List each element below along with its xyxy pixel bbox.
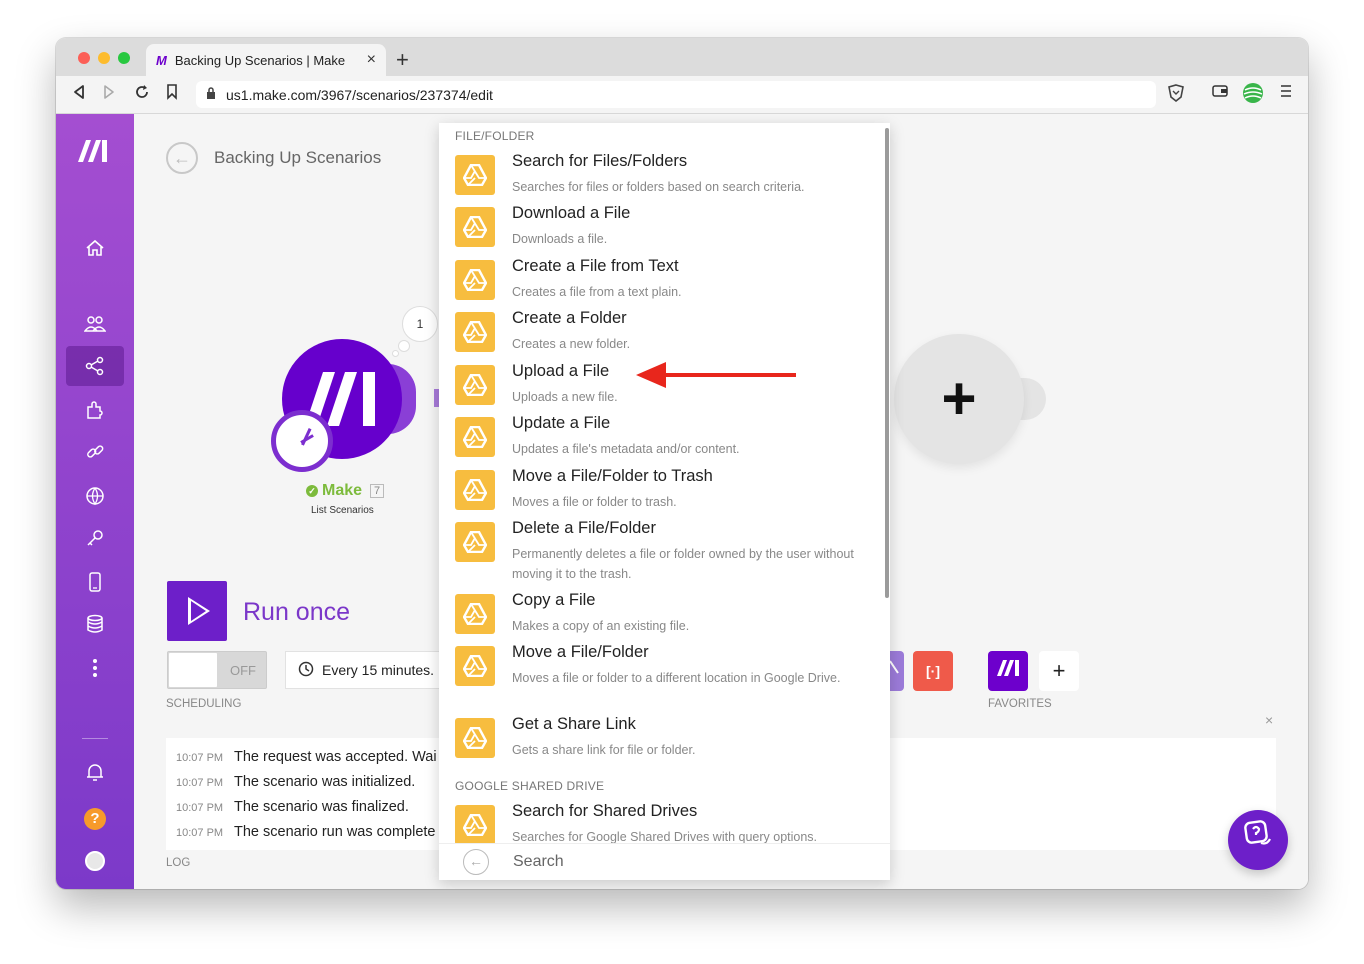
team-icon[interactable]: [66, 304, 124, 344]
google-drive-icon: [455, 365, 495, 405]
google-drive-icon: [455, 522, 495, 562]
tab-title: Backing Up Scenarios | Make: [174, 52, 346, 68]
bubble-dot: [392, 350, 399, 357]
sidebar-divider: [82, 738, 108, 739]
google-drive-icon: [455, 646, 495, 686]
favorite-make-icon[interactable]: [988, 651, 1028, 691]
scenario-title[interactable]: Backing Up Scenarios: [214, 148, 381, 168]
schedule-text: Every 15 minutes.: [322, 662, 435, 678]
add-favorite-button[interactable]: +: [1039, 651, 1079, 691]
schedule-clock-icon[interactable]: [271, 410, 333, 472]
apps-icon[interactable]: [66, 390, 124, 430]
lock-icon: [206, 87, 216, 102]
tab-bar: M Backing Up Scenarios | Make × +: [56, 38, 1308, 76]
minimize-window-button[interactable]: [98, 52, 110, 64]
log-row: 10:07 PM The scenario run was complete: [176, 824, 436, 840]
success-check-icon: ✓: [306, 485, 318, 497]
google-drive-icon: [455, 417, 495, 457]
google-drive-icon: [455, 312, 495, 352]
favorites-label: FAVORITES: [988, 698, 1052, 710]
home-icon[interactable]: [66, 228, 124, 268]
google-drive-icon: [455, 155, 495, 195]
run-once-button[interactable]: [167, 581, 227, 641]
schedule-setting[interactable]: Every 15 minutes.: [285, 651, 447, 689]
scenarios-icon[interactable]: [66, 346, 124, 386]
chat-support-icon[interactable]: [1228, 810, 1288, 870]
add-module-button[interactable]: +: [894, 334, 1024, 464]
back-arrow-icon[interactable]: [72, 84, 86, 105]
make-app: ? ← Backing Up Scenarios 1 ✓ Make 7 List…: [56, 114, 1308, 889]
back-to-scenarios-button[interactable]: ←: [166, 142, 198, 174]
google-drive-icon: [455, 260, 495, 300]
bubble-dot: [398, 340, 410, 352]
action-search-input[interactable]: [513, 853, 813, 871]
sidebar: ?: [56, 114, 134, 889]
section-header-file-folder: FILE/FOLDER: [455, 129, 535, 143]
log-row: 10:07 PM The scenario was initialized.: [176, 774, 416, 790]
browser-toolbar: us1.make.com/3967/scenarios/237374/edit: [56, 76, 1308, 114]
more-icon[interactable]: [66, 648, 124, 688]
reload-icon[interactable]: [134, 84, 150, 105]
google-drive-actions-menu: FILE/FOLDER Search for Files/Folders Sea…: [439, 123, 890, 880]
section-header-shared-drive: GOOGLE SHARED DRIVE: [455, 779, 605, 793]
google-drive-icon: [455, 207, 495, 247]
make-favicon-icon: M: [156, 52, 167, 68]
wallet-icon[interactable]: [1212, 84, 1228, 103]
module-title: ✓ Make 7: [306, 482, 385, 500]
text-parser-icon[interactable]: [·]: [913, 651, 953, 691]
back-arrow-icon[interactable]: ←: [463, 849, 489, 875]
make-logo[interactable]: [76, 138, 112, 171]
module-number: 7: [370, 484, 385, 498]
devices-icon[interactable]: [66, 562, 124, 602]
google-drive-icon: [455, 594, 495, 634]
menu-search-bar: ←: [439, 843, 890, 880]
connections-icon[interactable]: [66, 432, 124, 472]
maximize-window-button[interactable]: [118, 52, 130, 64]
help-icon[interactable]: ?: [84, 808, 106, 830]
google-drive-icon: [455, 470, 495, 510]
clock-icon: [298, 661, 314, 680]
data-stores-icon[interactable]: [66, 604, 124, 644]
log-label: LOG: [166, 857, 191, 869]
extension-icon[interactable]: [1242, 82, 1264, 109]
module-subtitle: List Scenarios: [311, 505, 374, 516]
avatar[interactable]: [85, 851, 105, 871]
menu-icon[interactable]: [1280, 84, 1292, 103]
forward-arrow-icon[interactable]: [102, 84, 116, 105]
google-drive-icon: [455, 805, 495, 843]
bookmark-icon[interactable]: [166, 84, 178, 105]
webhooks-icon[interactable]: [66, 476, 124, 516]
browser-window: M Backing Up Scenarios | Make × + us1.ma…: [56, 38, 1308, 889]
browser-tab[interactable]: M Backing Up Scenarios | Make ×: [146, 44, 386, 76]
keys-icon[interactable]: [66, 518, 124, 558]
address-bar[interactable]: us1.make.com/3967/scenarios/237374/edit: [196, 81, 1156, 108]
run-once-label[interactable]: Run once: [243, 598, 350, 627]
tab-close-icon[interactable]: ×: [367, 51, 376, 69]
new-tab-button[interactable]: +: [396, 47, 409, 73]
actions-list: FILE/FOLDER Search for Files/Folders Sea…: [455, 129, 854, 843]
log-row: 10:07 PM The scenario was finalized.: [176, 799, 409, 815]
notifications-icon[interactable]: [66, 752, 124, 792]
close-window-button[interactable]: [78, 52, 90, 64]
scheduling-toggle[interactable]: OFF: [167, 651, 267, 689]
log-close-icon[interactable]: ×: [1265, 712, 1273, 728]
url-text: us1.make.com/3967/scenarios/237374/edit: [226, 86, 493, 103]
toggle-state: OFF: [230, 663, 256, 678]
brave-shield-icon[interactable]: [1168, 84, 1184, 107]
log-row: 10:07 PM The request was accepted. Wai: [176, 749, 437, 765]
operation-count-bubble[interactable]: 1: [402, 306, 438, 342]
google-drive-icon: [455, 718, 495, 758]
annotation-arrow-icon: [636, 362, 796, 388]
scheduling-label: SCHEDULING: [166, 698, 242, 710]
menu-scrollbar[interactable]: [885, 128, 889, 598]
